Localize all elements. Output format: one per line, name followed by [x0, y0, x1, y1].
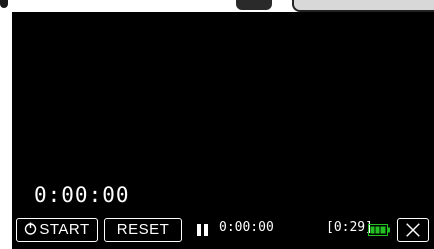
device-frame: 0:00:00 START RESET 0:00:00 [0:29]: [0, 0, 434, 249]
record-time: 0:00:00: [219, 220, 274, 235]
start-label: START: [39, 221, 90, 238]
start-button[interactable]: START: [16, 218, 98, 242]
elapsed-time: 0:00:00: [34, 183, 130, 207]
top-middle-edge: [236, 0, 272, 10]
pause-icon: [197, 224, 209, 236]
close-button[interactable]: [397, 218, 429, 242]
battery-full-icon: [368, 224, 390, 236]
top-strip: [0, 0, 434, 12]
top-right-edge: [292, 0, 434, 12]
reset-label: RESET: [116, 221, 170, 238]
remaining-time: [0:29]: [326, 220, 373, 235]
close-icon: [406, 223, 420, 237]
top-left-edge: [0, 0, 8, 8]
timer-icon: [25, 222, 37, 235]
reset-button[interactable]: RESET: [104, 218, 182, 242]
